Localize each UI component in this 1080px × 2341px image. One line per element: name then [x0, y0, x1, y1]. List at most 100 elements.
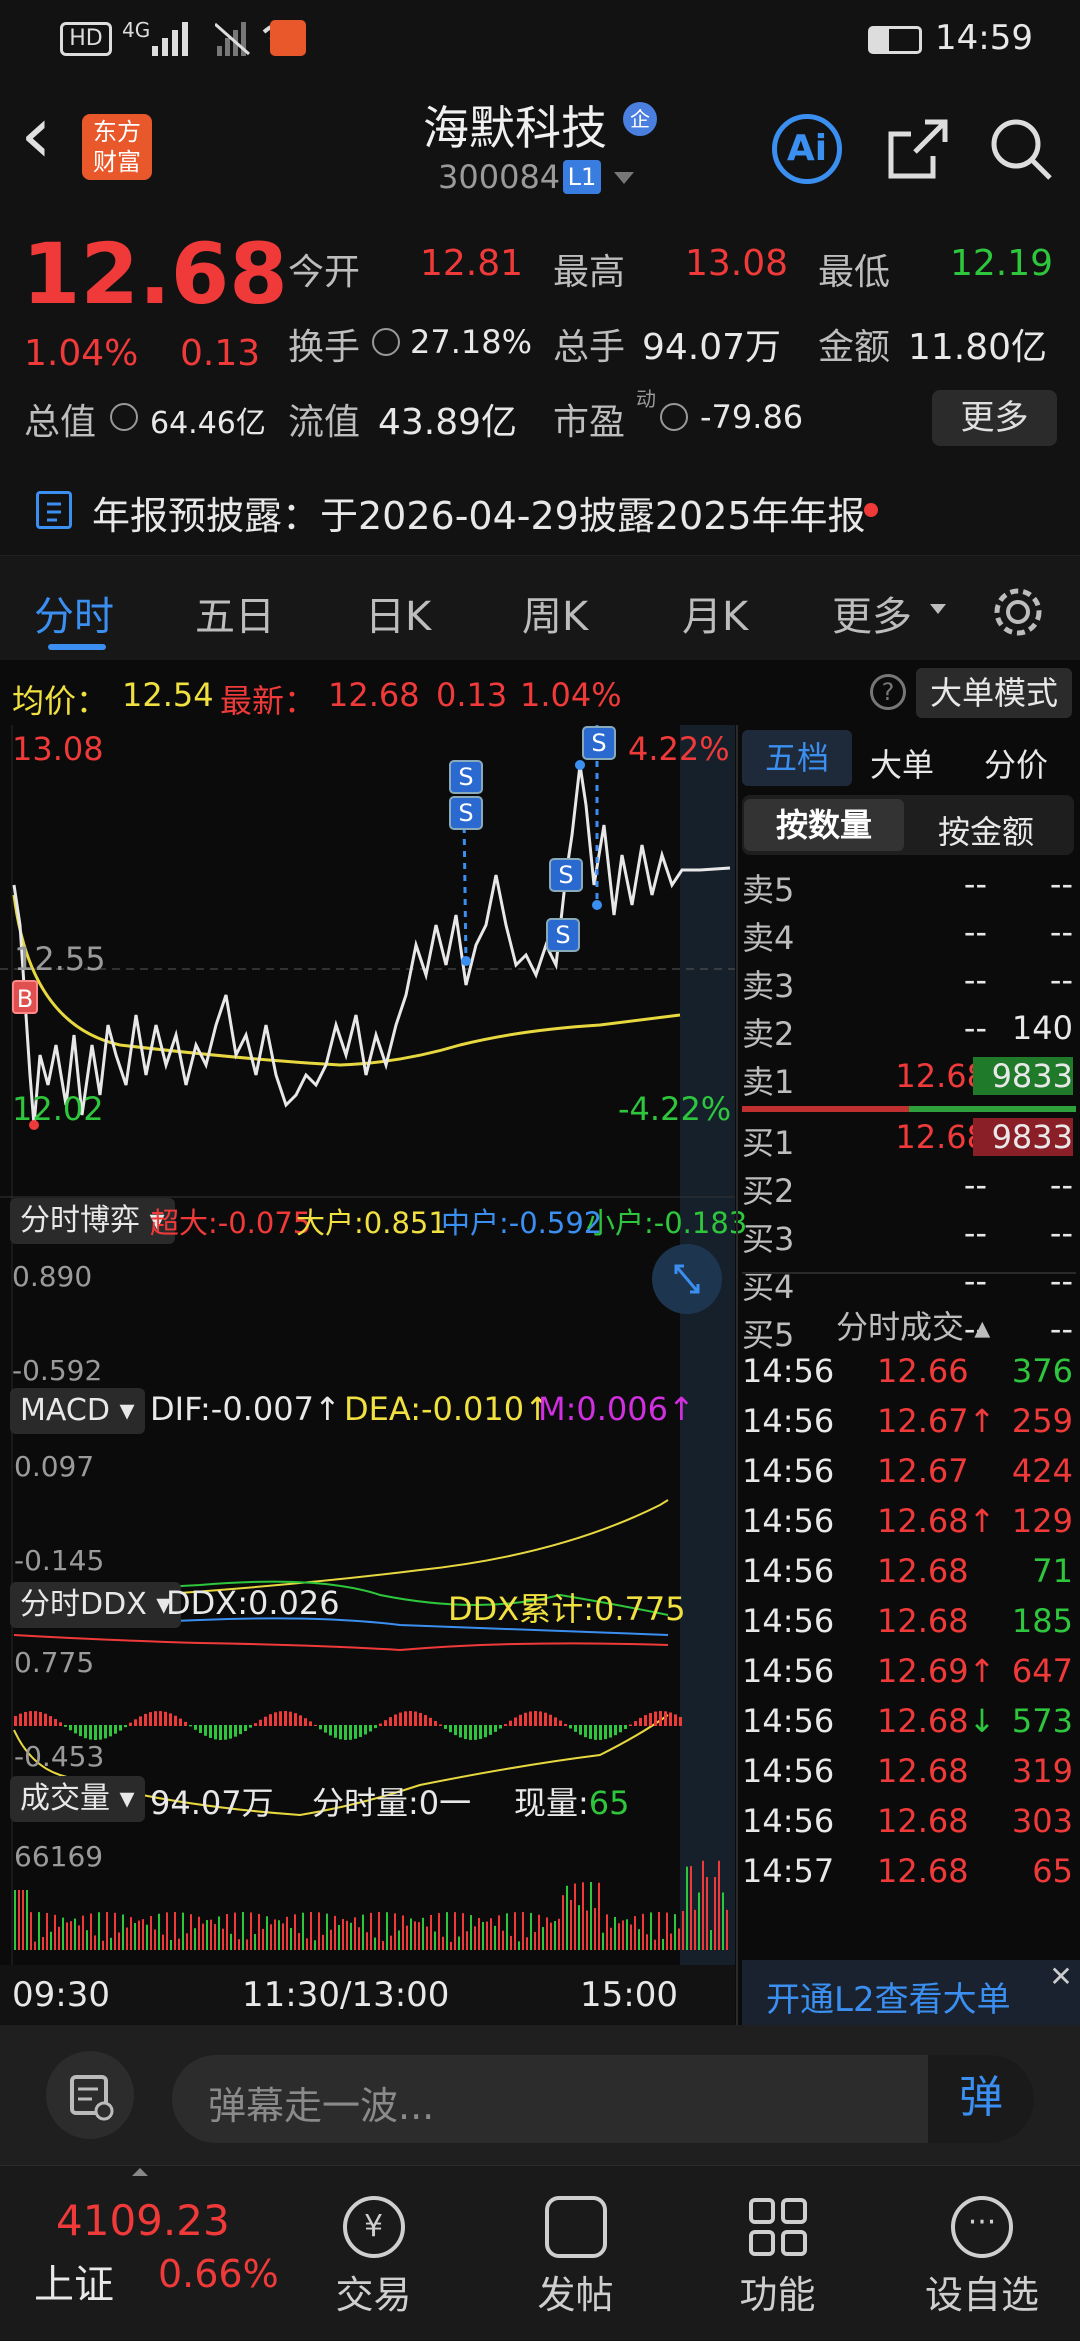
- macd-dropdown[interactable]: MACD ▾: [10, 1388, 145, 1434]
- volume-bar: [318, 1912, 320, 1950]
- tab-5day[interactable]: 五日: [195, 584, 275, 642]
- help-icon[interactable]: ?: [870, 674, 906, 710]
- tab-big-order[interactable]: 大单: [870, 740, 934, 786]
- mktcap-info-icon[interactable]: [110, 403, 138, 431]
- more-dots-icon: ···: [951, 2196, 1013, 2258]
- trades-title[interactable]: 分时成交 ▴: [836, 1302, 990, 1348]
- ask-row[interactable]: 卖4 -- --: [742, 913, 1077, 961]
- index-ticker[interactable]: 4109.23 上证 0.66%: [0, 2166, 300, 2341]
- expand-up-icon[interactable]: [132, 2168, 148, 2176]
- volume-bar: [338, 1924, 340, 1950]
- macd-axis-bottom: -0.145: [14, 1544, 105, 1577]
- info-icon[interactable]: [372, 328, 400, 356]
- volume-bar: [654, 1939, 656, 1950]
- by-amount-button[interactable]: 按金额: [938, 807, 1034, 853]
- sell-marker[interactable]: S: [449, 796, 483, 830]
- volume-bar: [18, 1890, 20, 1950]
- l2-promo-banner[interactable]: 开通L2查看大单 ✕: [742, 1960, 1080, 2025]
- close-icon[interactable]: ✕: [1046, 1962, 1076, 1992]
- volume-bar: [494, 1925, 496, 1950]
- notice-banner[interactable]: 年报预披露：于2026-04-29披露2025年年报: [0, 465, 1080, 550]
- volume-bar: [70, 1921, 72, 1950]
- macd-bar: [679, 1717, 682, 1726]
- ask-row[interactable]: 卖3 -- --: [742, 961, 1077, 1009]
- volume-bar: [374, 1937, 376, 1950]
- tab-five-level[interactable]: 五档: [742, 730, 852, 786]
- volume-bar: [346, 1920, 348, 1950]
- sell-marker[interactable]: S: [582, 726, 616, 760]
- trade-direction: ↑: [968, 1402, 996, 1440]
- macd-bar: [439, 1724, 442, 1726]
- dif-arrow: ↑: [313, 1390, 341, 1428]
- volume-bar: [390, 1935, 392, 1950]
- l2-promo-text: 开通L2查看大单: [766, 1980, 1011, 2020]
- more-button[interactable]: 更多: [932, 390, 1057, 446]
- sell-marker[interactable]: S: [449, 760, 483, 794]
- volume-bar: [418, 1922, 420, 1950]
- volume-bar: [254, 1934, 256, 1950]
- pe-info-icon[interactable]: [660, 403, 688, 431]
- by-quantity-button[interactable]: 按数量: [744, 799, 904, 851]
- more-dropdown-icon[interactable]: [930, 604, 946, 614]
- time-axis: 09:30 11:30/13:00 15:00: [0, 1965, 735, 2025]
- sell-marker[interactable]: S: [546, 918, 580, 952]
- volume-bar: [650, 1912, 652, 1950]
- tab-price-distribution[interactable]: 分价: [984, 740, 1048, 786]
- volume-bar: [554, 1920, 556, 1950]
- level-dropdown-icon[interactable]: [614, 172, 634, 184]
- ask-volume: 140: [1011, 1009, 1073, 1047]
- volume-bar: [162, 1934, 164, 1950]
- sell-marker[interactable]: S: [549, 858, 583, 892]
- volume-bar: [258, 1913, 260, 1950]
- trade-volume: 573: [1011, 1702, 1073, 1740]
- bid-row[interactable]: 买2 -- --: [742, 1166, 1077, 1214]
- high-label: 最高: [553, 252, 626, 293]
- macd-bar: [344, 1725, 347, 1740]
- tab-monthly-k[interactable]: 月K: [682, 584, 748, 642]
- ddx-axis-bottom: -0.453: [14, 1740, 105, 1773]
- tab-intraday[interactable]: 分时: [34, 584, 114, 642]
- volume-bar: [542, 1927, 544, 1950]
- danmu-input[interactable]: 弹幕走一波... 弹: [172, 2055, 1034, 2143]
- macd-bar: [589, 1725, 592, 1739]
- nav-post[interactable]: 发帖: [508, 2166, 643, 2319]
- bigorder-mode-button[interactable]: 大单模式: [916, 668, 1072, 718]
- tab-more[interactable]: 更多: [832, 584, 912, 642]
- volume-bar: [238, 1939, 240, 1950]
- search-icon[interactable]: [988, 116, 1054, 182]
- app-logo[interactable]: 东方 财富: [82, 114, 152, 180]
- macd-bar: [89, 1725, 92, 1740]
- logo-line2: 财富: [93, 148, 141, 176]
- share-icon[interactable]: [885, 116, 951, 182]
- tab-daily-k[interactable]: 日K: [365, 584, 431, 642]
- back-button[interactable]: ‹: [20, 95, 52, 175]
- ask-row[interactable]: 卖1 12.68 9833: [742, 1057, 1077, 1105]
- ask-row[interactable]: 卖2 -- 140: [742, 1009, 1077, 1057]
- danmu-toggle-button[interactable]: 弹: [928, 2055, 1034, 2143]
- volume-bar: [458, 1936, 460, 1950]
- ask-row[interactable]: 卖5 -- --: [742, 865, 1077, 913]
- macd-bar: [159, 1711, 162, 1726]
- volume-bar: [454, 1912, 456, 1950]
- bid-row[interactable]: 买3 -- --: [742, 1214, 1077, 1262]
- bid-volume: --: [1049, 1214, 1073, 1252]
- volume-bar: [178, 1938, 180, 1950]
- danmu-settings-icon[interactable]: [46, 2051, 134, 2139]
- expand-icon[interactable]: [652, 1244, 722, 1314]
- macd-bar: [74, 1725, 77, 1734]
- tab-weekly-k[interactable]: 周K: [522, 584, 588, 642]
- pct-axis-low: -4.22%: [618, 1090, 732, 1128]
- ai-button[interactable]: Ai: [772, 114, 842, 184]
- nav-trade[interactable]: ¥ 交易: [306, 2166, 441, 2319]
- trade-price-value: 12.68: [877, 1552, 969, 1590]
- volume-dropdown[interactable]: 成交量 ▾: [10, 1776, 145, 1822]
- bid-row[interactable]: 买1 12.68 9833: [742, 1118, 1077, 1166]
- buy-marker[interactable]: B: [12, 980, 38, 1014]
- nav-function[interactable]: 功能: [710, 2166, 845, 2319]
- level-badge[interactable]: L1: [563, 160, 601, 194]
- gear-icon[interactable]: [990, 584, 1046, 640]
- nav-watchlist[interactable]: ··· 设自选: [912, 2166, 1052, 2319]
- ddx-dropdown[interactable]: 分时DDX ▾: [10, 1582, 182, 1628]
- macd-bar: [169, 1713, 172, 1726]
- macd-bar: [204, 1725, 207, 1736]
